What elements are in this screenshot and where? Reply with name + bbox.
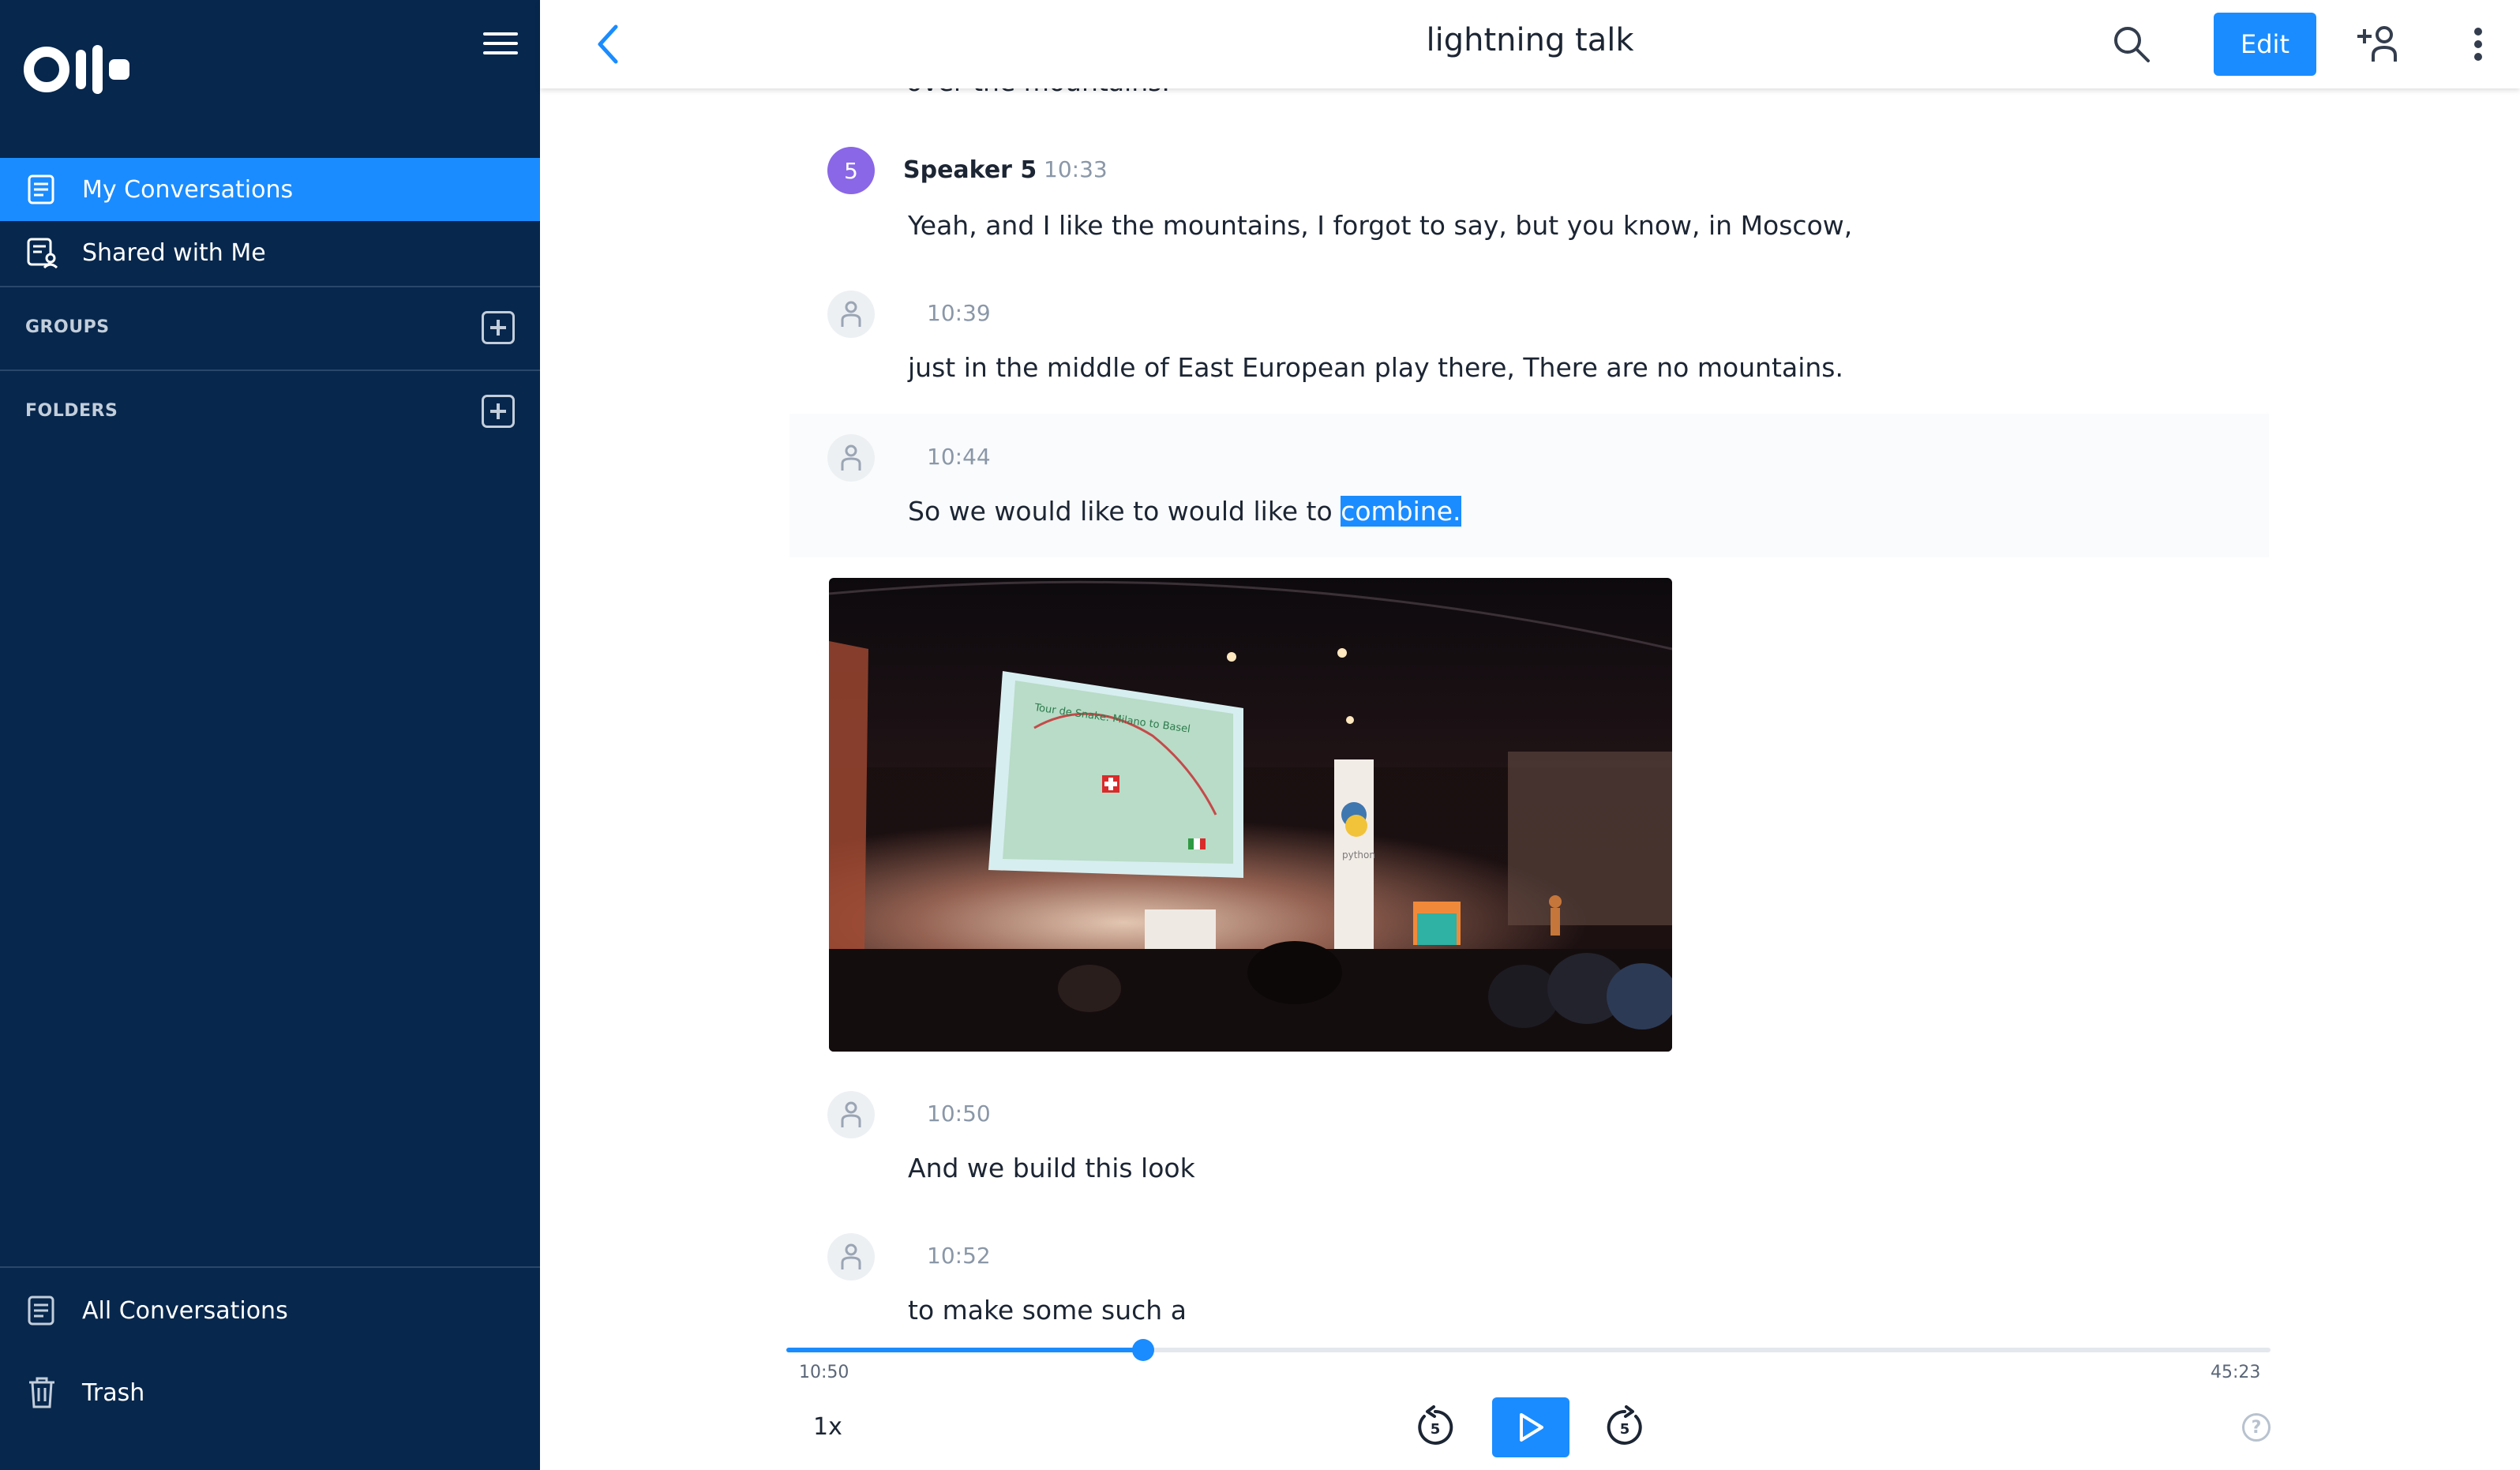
sidebar-item-label: My Conversations xyxy=(82,175,294,204)
transcript-entry: 5 Speaker 5 10:33 Yeah, and I like the m… xyxy=(789,142,2269,261)
conversations-icon xyxy=(24,171,60,208)
edit-button[interactable]: Edit xyxy=(2214,13,2316,76)
sidebar: My Conversations Shared with Me GROUPS F… xyxy=(0,0,540,1470)
all-conversations-icon xyxy=(24,1292,60,1329)
transcript-text[interactable]: And we build this look xyxy=(908,1153,1195,1183)
person-icon[interactable] xyxy=(827,434,875,482)
timestamp[interactable]: 10:39 xyxy=(927,300,991,326)
transcript-text[interactable]: just in the middle of East European play… xyxy=(908,352,1843,383)
timestamp[interactable]: 10:52 xyxy=(927,1243,991,1269)
divider xyxy=(0,286,540,287)
transcript-text[interactable]: So we would like to would like to combin… xyxy=(908,496,1461,527)
search-icon[interactable] xyxy=(2111,24,2152,65)
divider xyxy=(0,369,540,371)
rewind-5-icon[interactable]: 5 xyxy=(1413,1405,1457,1449)
groups-label: GROUPS xyxy=(25,317,110,337)
person-icon[interactable] xyxy=(827,1233,875,1281)
forward-amount: 5 xyxy=(1620,1421,1630,1438)
play-icon xyxy=(1520,1413,1543,1442)
transcript-text[interactable]: to make some such a xyxy=(908,1295,1187,1326)
shared-icon xyxy=(24,234,60,271)
speaker-avatar[interactable]: 5 xyxy=(827,147,875,194)
transcript-entry: 10:52 to make some such a xyxy=(789,1227,2269,1345)
transcript-entry: 10:50 And we build this look xyxy=(789,1085,2269,1203)
transcript-text[interactable]: Yeah, and I like the mountains, I forgot… xyxy=(908,210,1852,241)
conference-photo[interactable]: Tour de Snake: Milano to Basel python xyxy=(829,578,1672,1052)
forward-5-icon[interactable]: 5 xyxy=(1603,1405,1647,1449)
playback-speed-button[interactable]: 1x xyxy=(813,1413,842,1441)
sidebar-item-label: Trash xyxy=(82,1378,145,1407)
sidebar-item-label: All Conversations xyxy=(82,1296,288,1325)
timestamp[interactable]: 10:44 xyxy=(927,444,991,470)
help-icon[interactable]: ? xyxy=(2242,1413,2271,1442)
divider xyxy=(0,1266,540,1268)
add-folder-button[interactable] xyxy=(482,395,515,428)
transcript-entry: 10:44 So we would like to would like to … xyxy=(789,414,2269,557)
total-time: 45:23 xyxy=(2211,1363,2261,1382)
person-icon[interactable] xyxy=(827,1091,875,1138)
play-button[interactable] xyxy=(1492,1397,1569,1457)
sidebar-item-all-conversations[interactable]: All Conversations xyxy=(0,1279,540,1342)
top-bar: lightning talk Edit xyxy=(540,0,2520,88)
timestamp[interactable]: 10:50 xyxy=(927,1101,991,1127)
banner-text: python xyxy=(1342,849,1375,861)
current-time: 10:50 xyxy=(799,1363,849,1382)
audio-progress-bar[interactable] xyxy=(786,1339,2271,1361)
menu-icon[interactable] xyxy=(483,30,518,57)
sidebar-item-trash[interactable]: Trash xyxy=(0,1361,540,1424)
timestamp[interactable]: 10:33 xyxy=(1044,156,1108,182)
sidebar-item-shared-with-me[interactable]: Shared with Me xyxy=(0,221,540,284)
otter-logo[interactable] xyxy=(24,44,129,95)
person-icon[interactable] xyxy=(827,291,875,338)
sidebar-item-label: Shared with Me xyxy=(82,238,266,267)
rewind-amount: 5 xyxy=(1431,1421,1441,1438)
trash-icon xyxy=(24,1374,60,1411)
selected-word[interactable]: combine. xyxy=(1341,496,1461,527)
add-group-button[interactable] xyxy=(482,311,515,344)
folders-label: FOLDERS xyxy=(25,401,118,421)
more-options-icon[interactable] xyxy=(2466,24,2490,65)
progress-fill xyxy=(786,1348,1144,1352)
progress-handle[interactable] xyxy=(1132,1339,1155,1361)
add-person-icon[interactable] xyxy=(2356,24,2400,65)
transcript-text-part: So we would like to would like to xyxy=(908,496,1341,527)
speaker-name[interactable]: Speaker 5 xyxy=(903,156,1037,184)
transcript-entry: 10:39 just in the middle of East Europea… xyxy=(789,284,2269,403)
sidebar-item-my-conversations[interactable]: My Conversations xyxy=(0,158,540,221)
